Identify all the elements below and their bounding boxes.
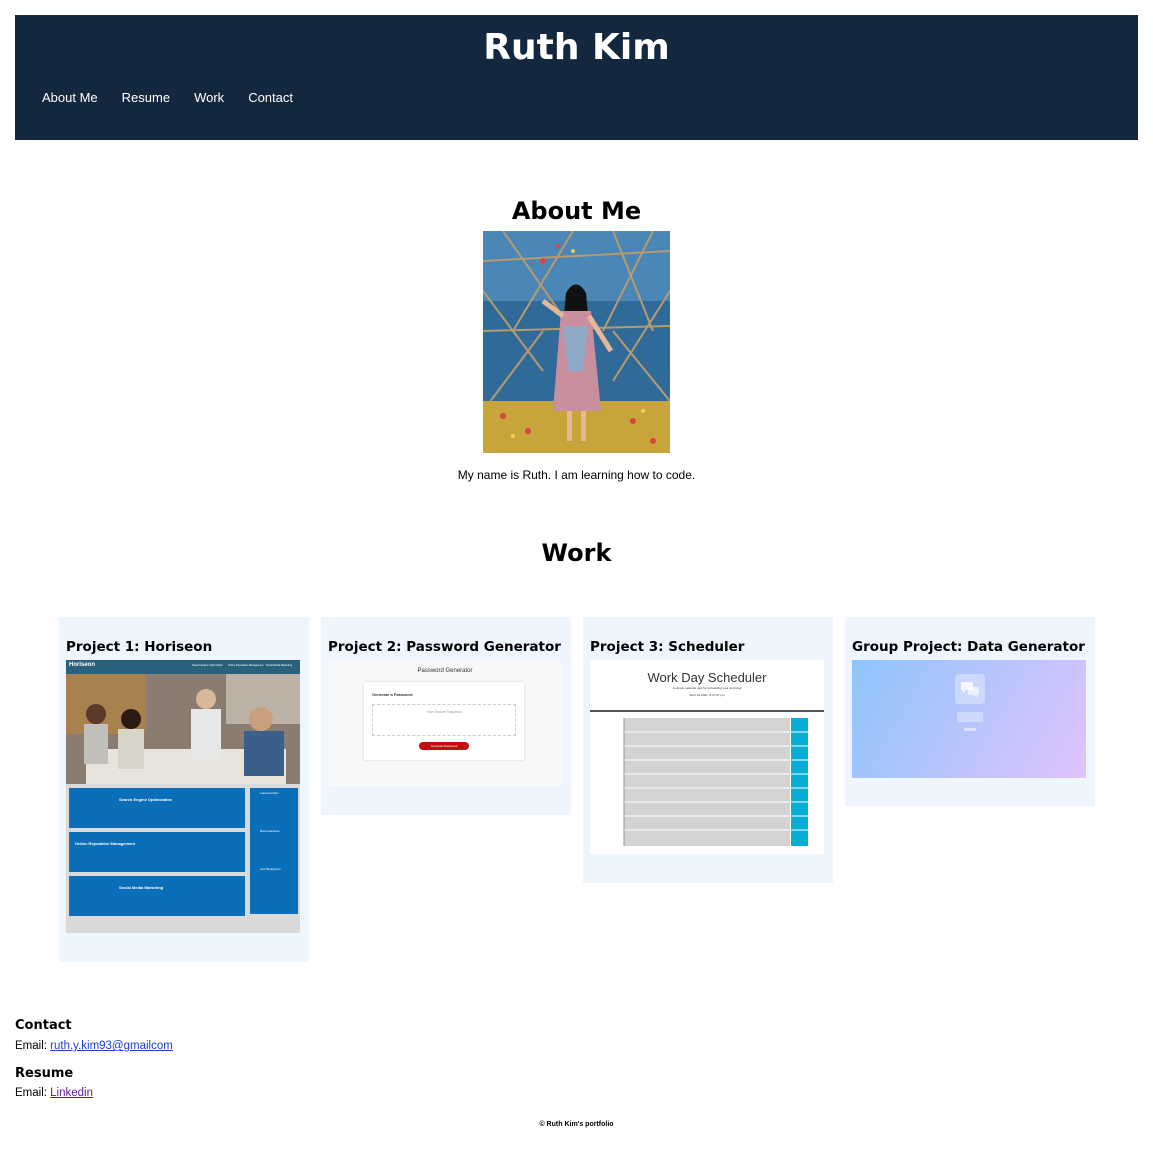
- horiseon-side-heading: Lead Generation: [260, 792, 279, 795]
- horiseon-section-title: Social Media Marketing: [119, 885, 164, 890]
- nav-resume[interactable]: Resume: [122, 90, 170, 105]
- project-title: Group Project: Data Generator: [852, 639, 1085, 655]
- pg-card: Generate a Password Your Secure Password…: [364, 682, 524, 760]
- pg-password-field: Your Secure Password: [372, 704, 516, 736]
- contact-heading: Contact: [15, 1018, 72, 1033]
- pg-card-title: Generate a Password: [372, 692, 413, 697]
- project-title: Project 3: Scheduler: [590, 639, 745, 655]
- pg-generate-button: Generate Password: [419, 742, 469, 750]
- profile-photo-image: [483, 231, 670, 453]
- about-heading: About Me: [511, 197, 642, 225]
- horiseon-section-title: Online Reputation Management: [75, 841, 136, 846]
- work-heading: Work: [541, 539, 612, 567]
- data-generator-input: [957, 712, 983, 722]
- project-title: Project 2: Password Generator: [328, 639, 561, 655]
- resume-label: Email:: [15, 1087, 47, 1099]
- horiseon-side-heading: Brand Awareness: [260, 830, 280, 833]
- chat-icon: [955, 674, 985, 704]
- data-generator-button: [964, 728, 976, 731]
- project-card-scheduler[interactable]: Project 3: Scheduler Work Day Scheduler …: [583, 617, 833, 883]
- footer-copyright: © Ruth Kim's portfolio: [539, 1121, 614, 1128]
- profile-photo: [483, 231, 670, 453]
- site-header: Ruth Kim About Me Resume Work Contact: [15, 15, 1138, 140]
- project-card-data-generator[interactable]: Group Project: Data Generator: [845, 617, 1095, 806]
- main-nav: About Me Resume Work Contact: [42, 90, 317, 105]
- horiseon-section-title: Search Engine Optimization: [119, 797, 173, 802]
- horiseon-section: Social Media Marketing: [69, 876, 245, 916]
- nav-work[interactable]: Work: [194, 90, 224, 105]
- scheduler-date: April 1st 2021, 8:47:07 pm: [689, 693, 725, 697]
- data-generator-screenshot[interactable]: [852, 660, 1086, 778]
- horiseon-nav-item: Online Reputation Management: [228, 664, 264, 667]
- nav-contact[interactable]: Contact: [248, 90, 293, 105]
- password-generator-screenshot[interactable]: Password Generator Generate a Password Y…: [328, 660, 562, 786]
- scheduler-title: Work Day Scheduler: [647, 670, 767, 685]
- horiseon-nav-item: Search Engine Optimization: [192, 664, 223, 667]
- horiseon-brand: Horiseon: [69, 662, 96, 668]
- scheduler-screenshot[interactable]: Work Day Scheduler A simple calendar app…: [590, 660, 824, 854]
- contact-email-label: Email:: [15, 1040, 47, 1052]
- horiseon-section: Search Engine Optimization: [69, 788, 245, 828]
- pg-title: Password Generator: [417, 668, 473, 674]
- horiseon-screenshot[interactable]: Horiseon Search Engine Optimization Onli…: [66, 660, 300, 933]
- scheduler-divider: [590, 710, 824, 712]
- linkedin-link[interactable]: Linkedin: [50, 1087, 93, 1099]
- horiseon-side-heading: Cost Management: [260, 868, 281, 871]
- horiseon-nav-item: Social Media Marketing: [266, 664, 292, 667]
- horiseon-hero-image: [66, 674, 300, 784]
- horiseon-header: Horiseon Search Engine Optimization Onli…: [66, 660, 300, 674]
- project-title: Project 1: Horiseon: [66, 639, 213, 655]
- resume-line: Email: Linkedin: [15, 1087, 93, 1099]
- horiseon-sidebar: Lead Generation Brand Awareness Cost Man…: [250, 788, 298, 914]
- project-card-horiseon[interactable]: Project 1: Horiseon Horiseon Search Engi…: [59, 617, 309, 962]
- contact-email-link[interactable]: ruth.y.kim93@gmailcom: [50, 1040, 173, 1052]
- nav-about-me[interactable]: About Me: [42, 90, 98, 105]
- horiseon-section: Online Reputation Management: [69, 832, 245, 872]
- project-card-password-generator[interactable]: Project 2: Password Generator Password G…: [321, 617, 571, 815]
- scheduler-subtitle: A simple calendar app for scheduling you…: [672, 686, 742, 690]
- resume-heading: Resume: [15, 1066, 74, 1081]
- contact-email-line: Email: ruth.y.kim93@gmailcom: [15, 1040, 173, 1052]
- bio-text: My name is Ruth. I am learning how to co…: [457, 468, 696, 482]
- scheduler-time-grid: [590, 718, 808, 846]
- site-title: Ruth Kim: [483, 27, 670, 68]
